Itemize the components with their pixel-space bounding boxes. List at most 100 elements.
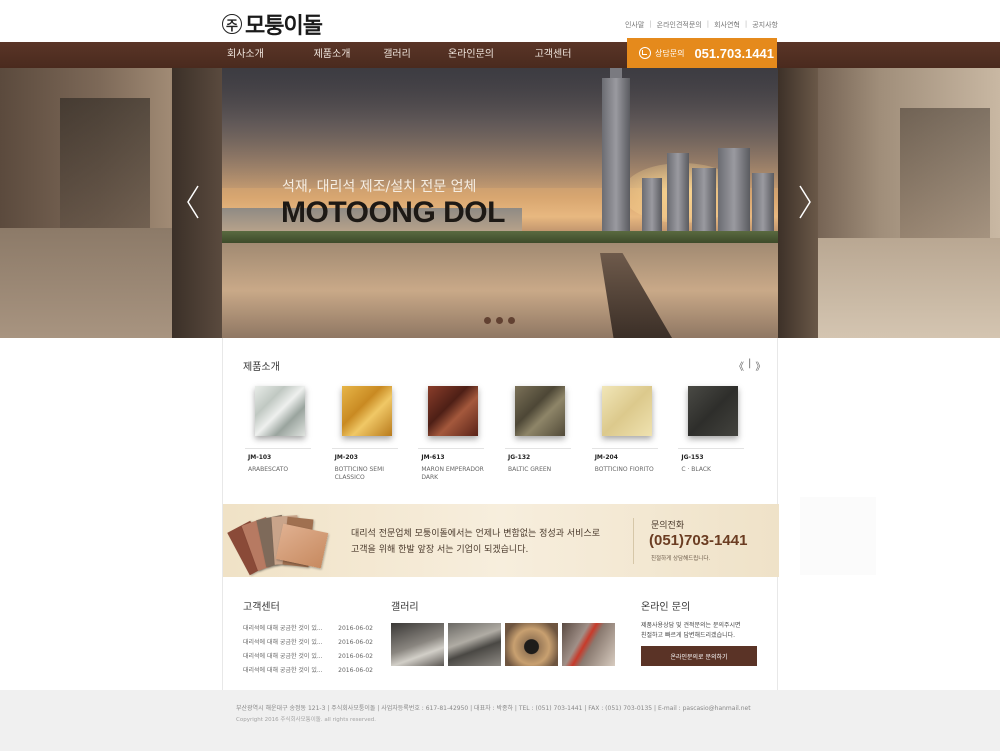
product-item[interactable]: JM-204 BOTTICINO FIORITO xyxy=(591,386,679,482)
util-link-notice[interactable]: 공지사항 xyxy=(752,20,778,30)
product-swatch[interactable] xyxy=(601,386,652,436)
gallery-thumbnail[interactable] xyxy=(391,623,444,666)
util-link-history[interactable]: 회사연혁 xyxy=(714,20,740,30)
footer: 부산광역시 해운대구 송정동 121-3 | 주식회사모퉁이돌 | 사업자등록번… xyxy=(0,690,1000,751)
util-link-greeting[interactable]: 인사말 xyxy=(625,20,644,30)
product-code: JM-103 xyxy=(248,454,272,461)
pager-next-button[interactable]: 》 xyxy=(755,358,765,373)
product-swatch[interactable] xyxy=(341,386,392,436)
hero-title: MOTOONG DOL xyxy=(281,196,505,229)
promo-banner: 대리석 전문업체 모퉁이돌에서는 언제나 변함없는 정성과 서비스로 고객을 위… xyxy=(223,504,779,577)
list-item[interactable]: 대리석에 대해 궁금한 것이 있... 2016-06-02 xyxy=(243,622,373,636)
product-swatch[interactable] xyxy=(428,386,479,436)
product-swatch[interactable] xyxy=(255,386,305,436)
list-item-date: 2016-06-02 xyxy=(338,653,373,660)
product-code: JM-203 xyxy=(334,454,358,461)
product-item[interactable]: JM-203 BOTTICINO SEMI CLASSICO xyxy=(331,386,419,482)
product-code: JM-204 xyxy=(594,454,618,461)
nav-item-support[interactable]: 고객센터 xyxy=(516,42,590,68)
customer-center-list: 대리석에 대해 궁금한 것이 있... 2016-06-02 대리석에 대해 궁… xyxy=(243,622,373,678)
banner-message: 대리석 전문업체 모퉁이돌에서는 언제나 변함없는 정성과 서비스로 고객을 위… xyxy=(351,526,600,558)
hero-subtitle: 석재, 대리석 제조/설치 전문 업체 xyxy=(282,179,477,195)
header: 주 모퉁이돌 인사말 | 온라인견적문의 | 회사연혁 | 공지사항 xyxy=(0,0,1000,42)
product-swatch[interactable] xyxy=(515,386,566,436)
slide-shore xyxy=(222,231,778,243)
product-name: ARABESCATO xyxy=(248,466,289,473)
slide-building xyxy=(642,178,662,238)
inquiry-title[interactable]: 온라인 문의 xyxy=(641,598,690,613)
stone-samples-image xyxy=(227,512,335,576)
nav-item-company[interactable]: 회사소개 xyxy=(222,42,296,68)
slider-dot[interactable] xyxy=(508,317,515,324)
slider-dot[interactable] xyxy=(496,317,503,324)
slider-dots xyxy=(484,317,520,324)
slider-next-button[interactable] xyxy=(798,185,812,219)
nav-item-gallery[interactable]: 갤러리 xyxy=(368,42,426,68)
gallery-title[interactable]: 갤러리 xyxy=(391,598,419,613)
util-separator: | xyxy=(706,20,710,28)
product-code: JG-153 xyxy=(681,454,704,461)
logo-mark: 주 xyxy=(222,14,242,34)
products-title: 제품소개 xyxy=(243,362,280,373)
product-item[interactable]: JM-103 ARABESCATO xyxy=(245,386,332,482)
logo-text: 모퉁이돌 xyxy=(245,13,323,39)
product-code: JG-132 xyxy=(508,454,531,461)
util-link-estimate[interactable]: 온라인견적문의 xyxy=(657,20,702,30)
utility-links: 인사말 | 온라인견적문의 | 회사연혁 | 공지사항 xyxy=(625,20,778,30)
list-item-date: 2016-06-02 xyxy=(338,625,373,632)
chevron-left-icon xyxy=(187,185,199,219)
list-item[interactable]: 대리석에 대해 궁금한 것이 있... 2016-06-02 xyxy=(243,650,373,664)
list-item[interactable]: 대리석에 대해 궁금한 것이 있... 2016-06-02 xyxy=(243,664,373,678)
pager-prev-button[interactable]: 《 xyxy=(734,358,744,373)
product-code: JM-613 xyxy=(421,454,445,461)
product-item[interactable]: JM-613 MARON EMPERADOR DARK xyxy=(418,386,505,482)
banner-line: 고객을 위해 한발 앞장 서는 기업이 되겠습니다. xyxy=(351,545,529,555)
banner-phone-number: (051)703-1441 xyxy=(649,532,748,549)
list-item-title: 대리석에 대해 궁금한 것이 있... xyxy=(243,639,323,646)
product-name: BOTTICINO FIORITO xyxy=(594,466,654,473)
customer-center-title[interactable]: 고객센터 xyxy=(243,598,280,613)
slide-building xyxy=(667,153,689,238)
nav-items: 회사소개 제품소개 갤러리 온라인문의 고객센터 xyxy=(222,42,590,68)
list-item-title: 대리석에 대해 궁금한 것이 있... xyxy=(243,625,323,632)
inquiry-description: 제품사용상담 및 견적문의는 문의주시면 친절하고 빠르게 답변해드리겠습니다. xyxy=(641,621,771,641)
hero-slide: 석재, 대리석 제조/설치 전문 업체 MOTOONG DOL xyxy=(222,68,778,338)
list-item[interactable]: 대리석에 대해 궁금한 것이 있... 2016-06-02 xyxy=(243,636,373,650)
product-divider xyxy=(591,448,658,449)
list-item-date: 2016-06-02 xyxy=(338,639,373,646)
product-name: BOTTICINO SEMI CLASSICO xyxy=(334,466,385,481)
banner-line: 대리석 전문업체 모퉁이돌에서는 언제나 변함없는 정성과 서비스로 xyxy=(351,529,601,539)
slide-building xyxy=(718,148,750,238)
product-divider xyxy=(418,448,485,449)
product-swatch[interactable] xyxy=(688,386,739,436)
slide-building xyxy=(752,173,774,238)
slide-tower xyxy=(602,78,630,238)
logo[interactable]: 주 모퉁이돌 xyxy=(222,8,323,40)
consult-label: 상담문의 xyxy=(655,48,685,58)
consult-phone-button[interactable]: 상담문의 051.703.1441 xyxy=(627,38,777,68)
nav-item-products[interactable]: 제품소개 xyxy=(296,42,368,68)
gallery-thumbnails xyxy=(391,623,615,666)
main-content: 제품소개 《 | 》 JM-103 ARABESCATO JM-203 BOTT… xyxy=(222,338,779,690)
product-item[interactable]: JG-132 BALTIC GREEN xyxy=(505,386,592,482)
product-name: MARON EMPERADOR DARK xyxy=(421,466,484,481)
gallery-thumbnail[interactable] xyxy=(448,623,501,666)
product-item[interactable]: JG-153 C · BLACK xyxy=(678,386,765,482)
consult-phone: 051.703.1441 xyxy=(694,45,774,61)
product-name: C · BLACK xyxy=(681,466,711,473)
footer-company-info: 부산광역시 해운대구 송정동 121-3 | 주식회사모퉁이돌 | 사업자등록번… xyxy=(236,705,751,712)
background-window xyxy=(900,108,990,248)
online-inquiry-button[interactable]: 온라인문의로 문의하기 xyxy=(641,646,757,666)
gallery-thumbnail[interactable] xyxy=(562,623,615,666)
chevron-right-icon xyxy=(799,185,811,219)
footer-copyright: Copyright 2016 주식회사모퉁이돌. all rights rese… xyxy=(236,717,376,723)
slider-dot[interactable] xyxy=(484,317,491,324)
gallery-thumbnail[interactable] xyxy=(505,623,558,666)
pager-separator: | xyxy=(748,358,752,369)
slider-prev-button[interactable] xyxy=(186,185,200,219)
list-item-title: 대리석에 대해 궁금한 것이 있... xyxy=(243,653,323,660)
nav-item-inquiry[interactable]: 온라인문의 xyxy=(426,42,516,68)
main-nav: 회사소개 제품소개 갤러리 온라인문의 고객센터 xyxy=(0,42,1000,68)
banner-phone-label: 문의전화 xyxy=(651,521,685,531)
product-divider xyxy=(245,448,311,449)
